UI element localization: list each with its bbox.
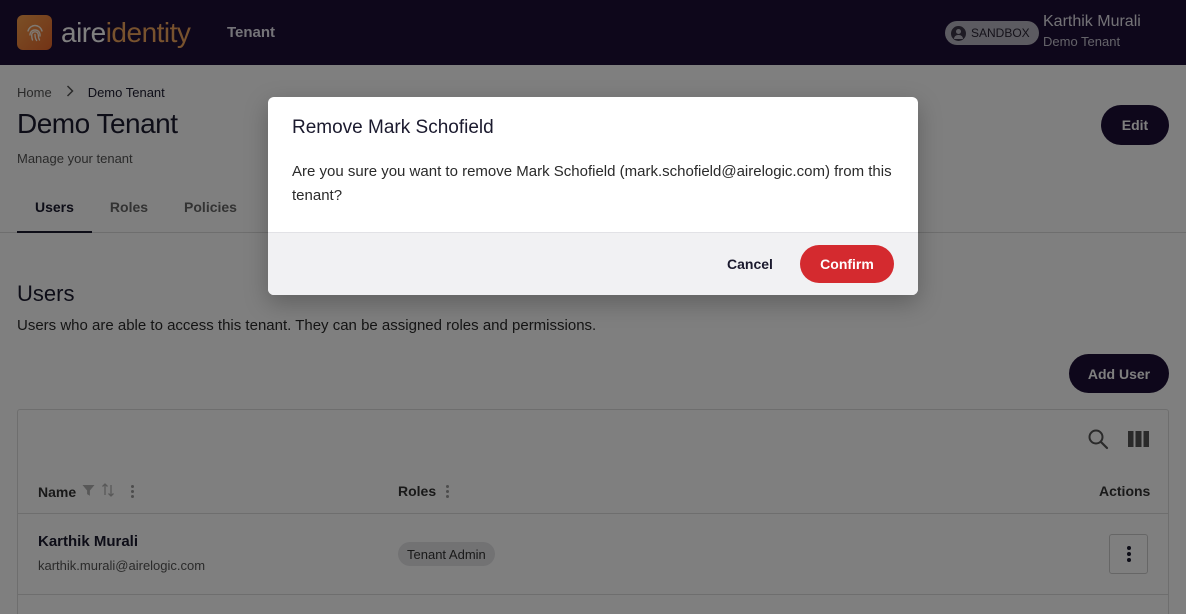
dialog-title: Remove Mark Schofield: [292, 117, 494, 138]
dialog-footer: Cancel Confirm: [268, 232, 918, 295]
modal-backdrop[interactable]: [0, 0, 1186, 614]
dialog-message: Are you sure you want to remove Mark Sch…: [292, 163, 892, 204]
cancel-button[interactable]: Cancel: [717, 245, 783, 283]
confirm-button[interactable]: Confirm: [800, 245, 894, 283]
remove-user-dialog: Remove Mark Schofield Are you sure you w…: [268, 97, 918, 295]
